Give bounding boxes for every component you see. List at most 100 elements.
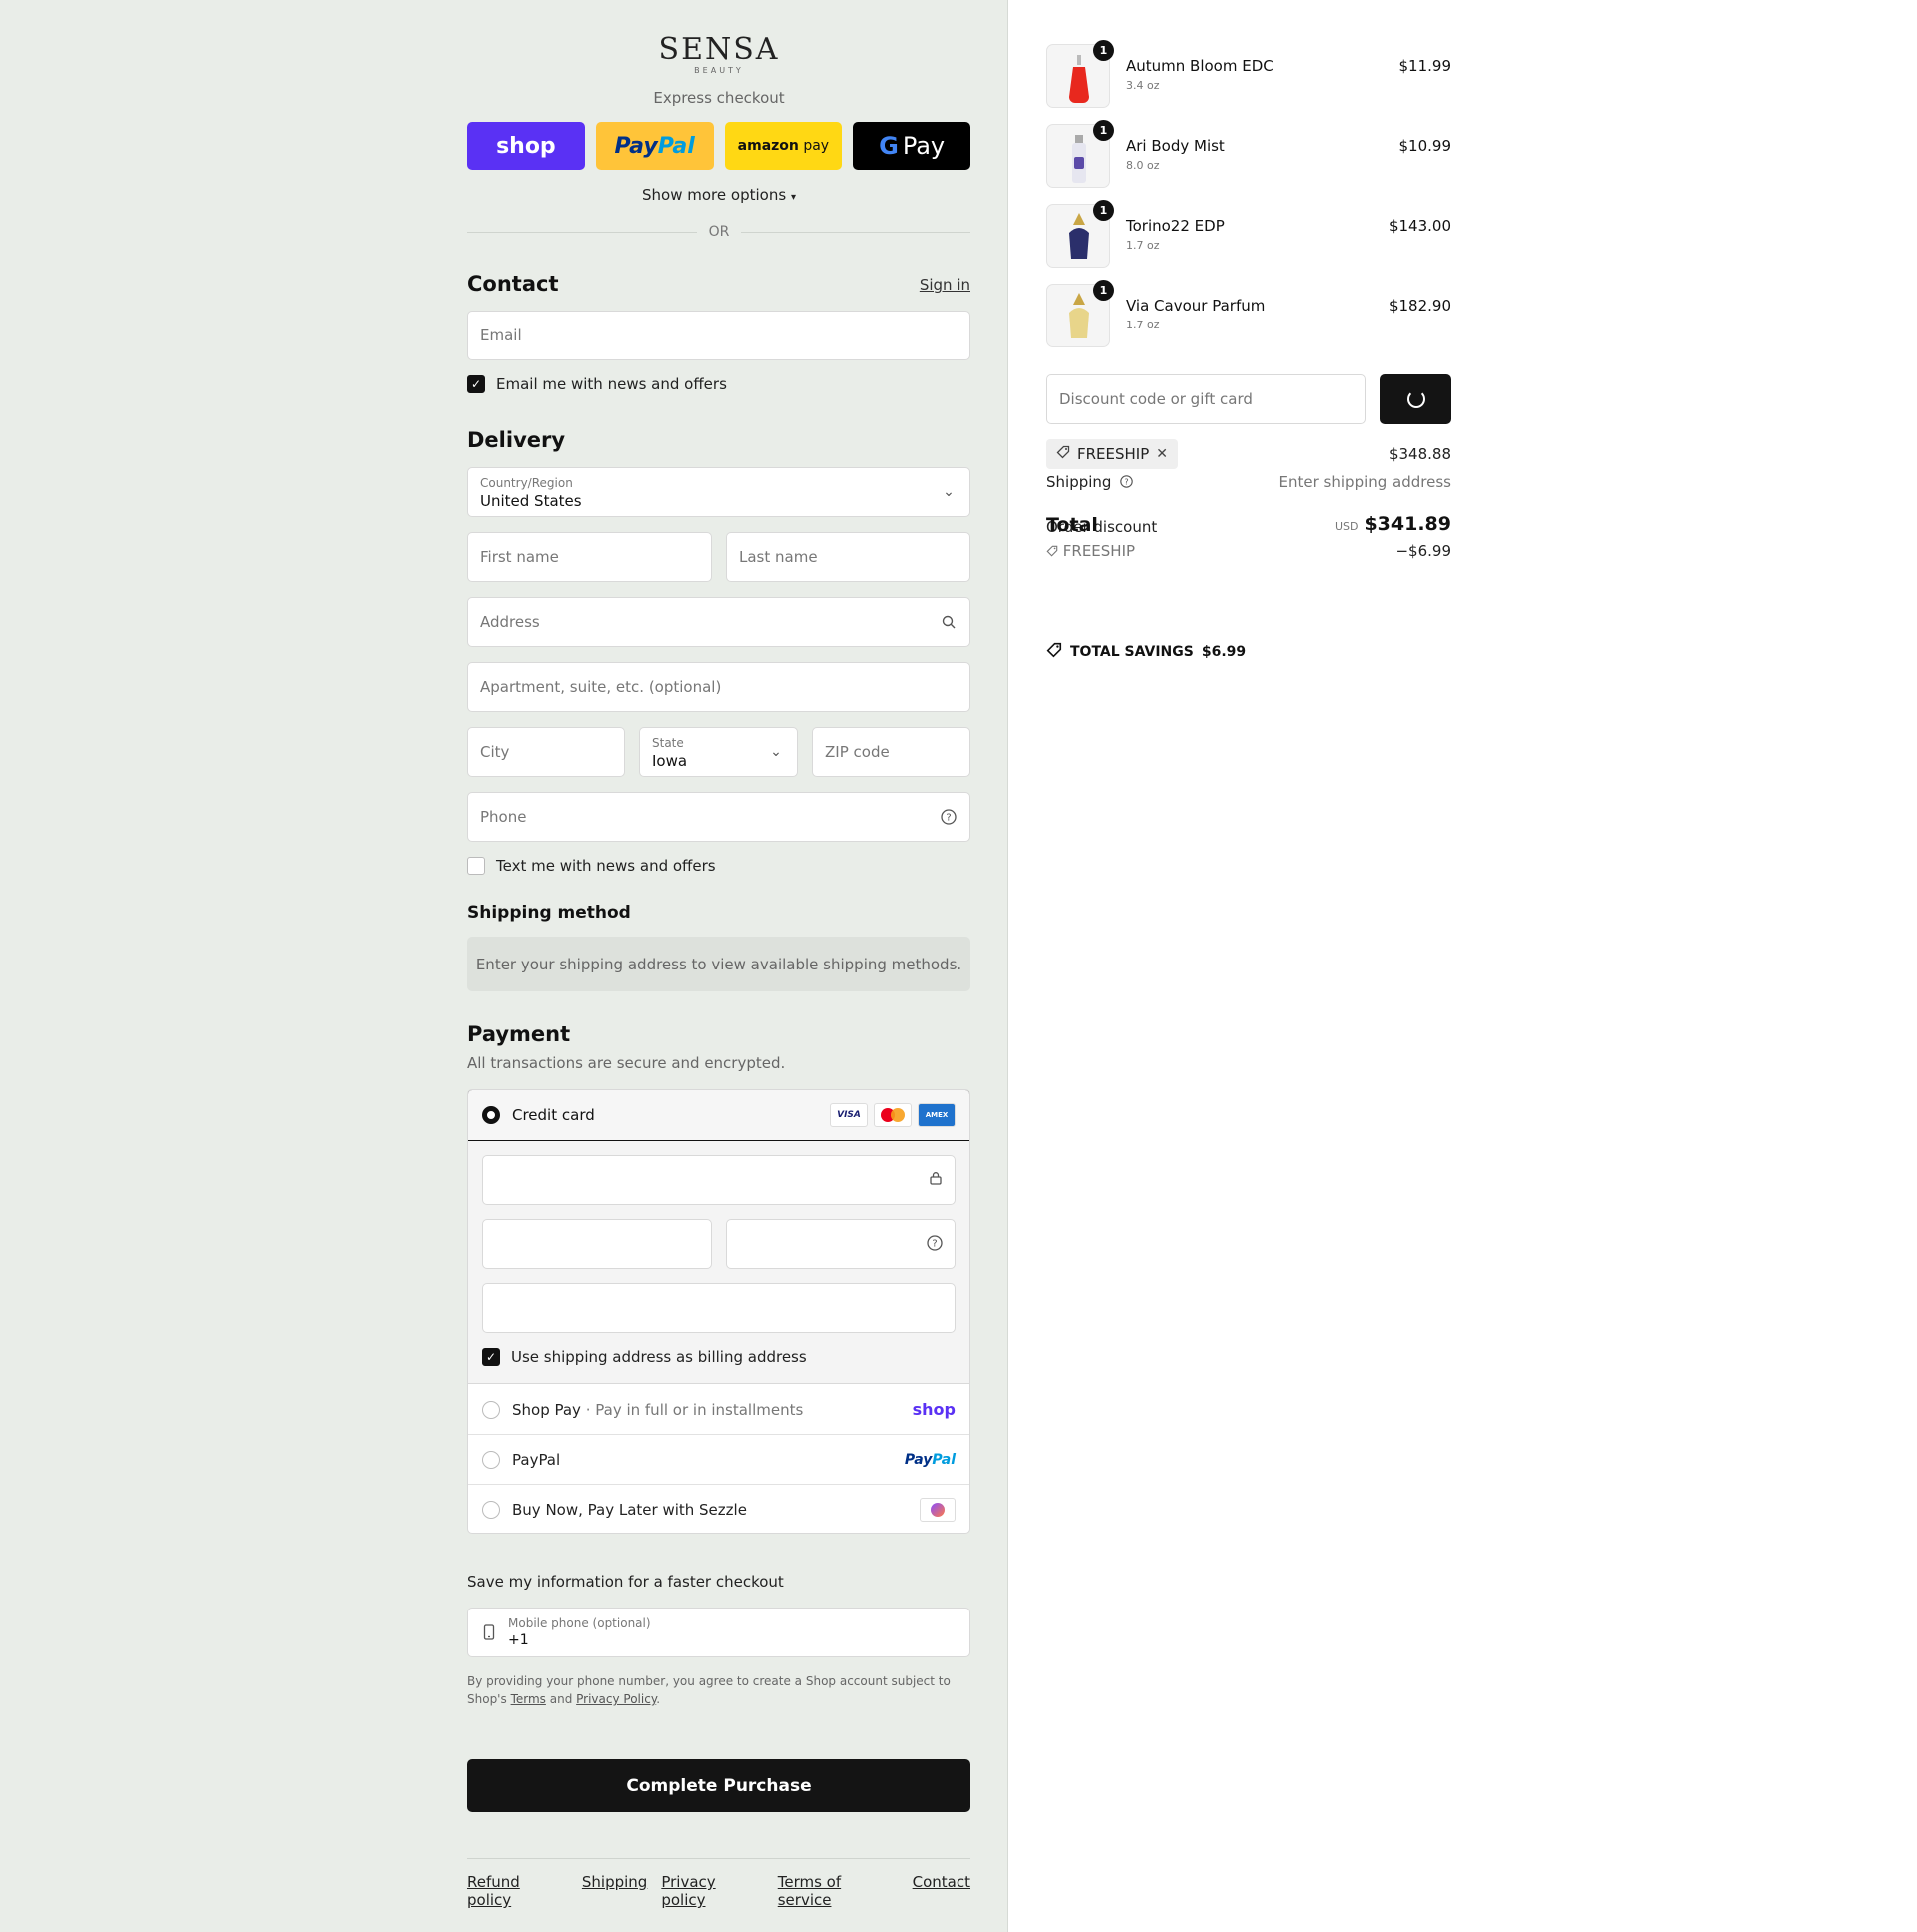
help-icon[interactable]: ?: [940, 808, 958, 826]
delivery-heading: Delivery: [467, 428, 566, 452]
shop-pay-logo: shop: [912, 1400, 956, 1419]
state-select[interactable]: State Iowa ⌄: [639, 727, 798, 777]
sezzle-option[interactable]: Buy Now, Pay Later with Sezzle: [468, 1485, 969, 1533]
total-value: USD $341.89: [1335, 513, 1451, 535]
phone-field[interactable]: Phone ?: [467, 792, 970, 842]
discount-code-name: FREESHIP: [1062, 542, 1136, 560]
svg-text:?: ?: [946, 813, 951, 824]
card-brands: VISA AMEX +5: [830, 1103, 956, 1300]
or-divider: OR: [467, 224, 970, 240]
google-pay-button[interactable]: G Pay: [853, 122, 970, 170]
shop-pay-option-label: Shop Pay: [512, 1400, 581, 1419]
amex-icon: AMEX: [918, 1103, 956, 1127]
discount-code-field[interactable]: Discount code or gift card: [1046, 374, 1366, 424]
phone-placeholder: Phone: [480, 808, 527, 826]
name-on-card-field[interactable]: [482, 1283, 956, 1333]
quantity-badge: 1: [1093, 280, 1114, 301]
shipping-method-message: Enter your shipping address to view avai…: [467, 937, 970, 991]
credit-card-option[interactable]: Credit card VISA AMEX +5: [468, 1090, 969, 1300]
legal-period: .: [656, 1692, 661, 1706]
shipping-label-text: Shipping: [1046, 473, 1112, 491]
total-amount: $341.89: [1364, 513, 1451, 535]
tag-icon: [1056, 445, 1070, 463]
checkbox-box: [467, 857, 485, 875]
sign-in-link[interactable]: Sign in: [920, 276, 970, 294]
security-code-field[interactable]: ?: [726, 1219, 956, 1269]
terms-link[interactable]: Terms: [511, 1692, 546, 1706]
remove-discount-icon[interactable]: ✕: [1156, 446, 1168, 462]
radio-unselected: [482, 1501, 500, 1519]
loading-spinner-icon: [1406, 390, 1425, 408]
help-icon[interactable]: ?: [1116, 473, 1133, 491]
shipping-link[interactable]: Shipping: [582, 1873, 647, 1909]
item-size: 1.7 oz: [1126, 319, 1160, 331]
help-icon[interactable]: ?: [927, 1235, 943, 1255]
line-item: 1 Torino22 EDP 1.7 oz $143.00: [1046, 200, 1451, 270]
refund-policy-link[interactable]: Refund policy: [467, 1873, 568, 1909]
item-name: Autumn Bloom EDC: [1126, 57, 1274, 75]
total-savings-label: TOTAL SAVINGS: [1070, 644, 1194, 660]
apply-discount-button[interactable]: [1380, 374, 1451, 424]
item-price: $143.00: [1388, 217, 1451, 235]
last-name-placeholder: Last name: [739, 548, 818, 566]
expiration-field[interactable]: [482, 1219, 712, 1269]
mobile-phone-field[interactable]: Mobile phone (optional) +1: [467, 1608, 970, 1657]
product-thumbnail: 1: [1046, 40, 1114, 108]
currency-code: USD: [1334, 520, 1359, 533]
product-thumbnail: 1: [1046, 200, 1114, 268]
shop-pay-button[interactable]: shop: [467, 122, 585, 170]
zip-placeholder: ZIP code: [825, 743, 890, 761]
text-news-checkbox[interactable]: Text me with news and offers: [467, 857, 716, 875]
privacy-policy-footer-link[interactable]: Privacy policy: [661, 1873, 763, 1909]
email-field[interactable]: Email: [467, 311, 970, 360]
billing-address-checkbox[interactable]: ✓ Use shipping address as billing addres…: [482, 1348, 807, 1366]
brand-logo[interactable]: SENSA BEAUTY: [467, 34, 970, 76]
order-summary-panel: 1 Autumn Bloom EDC 3.4 oz $11.99 1 Ari B…: [1008, 0, 1917, 1932]
card-number-field[interactable]: [482, 1155, 956, 1205]
first-name-field[interactable]: First name: [467, 532, 712, 582]
amazon-pay-button[interactable]: amazon pay: [724, 122, 843, 170]
order-summary: 1 Autumn Bloom EDC 3.4 oz $11.99 1 Ari B…: [1046, 0, 1451, 699]
privacy-policy-link[interactable]: Privacy Policy: [576, 1692, 656, 1706]
paypal-option[interactable]: PayPal PayPal: [468, 1435, 969, 1485]
country-label: Country/Region: [480, 476, 573, 490]
complete-purchase-button[interactable]: Complete Purchase: [467, 1759, 970, 1812]
email-news-checkbox[interactable]: ✓ Email me with news and offers: [467, 375, 727, 393]
sezzle-icon: [920, 1498, 956, 1522]
terms-of-service-link[interactable]: Terms of service: [778, 1873, 899, 1909]
shop-pay-option[interactable]: Shop Pay · Pay in full or in installment…: [468, 1385, 969, 1435]
city-placeholder: City: [480, 743, 510, 761]
email-news-label: Email me with news and offers: [496, 375, 727, 393]
country-select[interactable]: Country/Region United States ⌄: [467, 467, 970, 517]
item-name: Ari Body Mist: [1126, 137, 1225, 155]
item-size: 8.0 oz: [1126, 159, 1160, 172]
zip-field[interactable]: ZIP code: [812, 727, 970, 777]
total-label: Total: [1046, 514, 1098, 536]
contact-link[interactable]: Contact: [913, 1873, 970, 1909]
shipping-method-heading: Shipping method: [467, 903, 631, 923]
contact-heading: Contact: [467, 272, 559, 296]
tag-icon: [1046, 542, 1058, 560]
state-value: Iowa: [652, 752, 688, 770]
divider-line: [467, 231, 697, 233]
checkout-form-column: SENSA BEAUTY Express checkout shop Pay Pa…: [467, 0, 970, 1932]
chevron-down-icon: ⌄: [770, 744, 782, 760]
quantity-badge: 1: [1093, 200, 1114, 221]
radio-selected: [482, 1106, 500, 1124]
last-name-field[interactable]: Last name: [726, 532, 970, 582]
show-more-label: Show more options: [642, 186, 787, 204]
address-field[interactable]: Address: [467, 597, 970, 647]
applied-discount-chip: FREESHIP ✕: [1046, 439, 1179, 469]
mobile-phone-label: Mobile phone (optional): [508, 1616, 651, 1630]
show-more-options[interactable]: Show more options ▾: [467, 186, 970, 204]
shop-pay-option-sub: · Pay in full or in installments: [585, 1400, 804, 1419]
city-field[interactable]: City: [467, 727, 625, 777]
legal-and: and: [549, 1692, 573, 1706]
apartment-field[interactable]: Apartment, suite, etc. (optional): [467, 662, 970, 712]
checkout-form-panel: SENSA BEAUTY Express checkout shop Pay Pa…: [0, 0, 1008, 1932]
state-label: State: [652, 736, 684, 750]
svg-text:?: ?: [932, 1239, 937, 1250]
text-news-label: Text me with news and offers: [496, 857, 716, 875]
paypal-button[interactable]: Pay Pal: [595, 122, 714, 170]
item-size: 3.4 oz: [1126, 79, 1160, 92]
